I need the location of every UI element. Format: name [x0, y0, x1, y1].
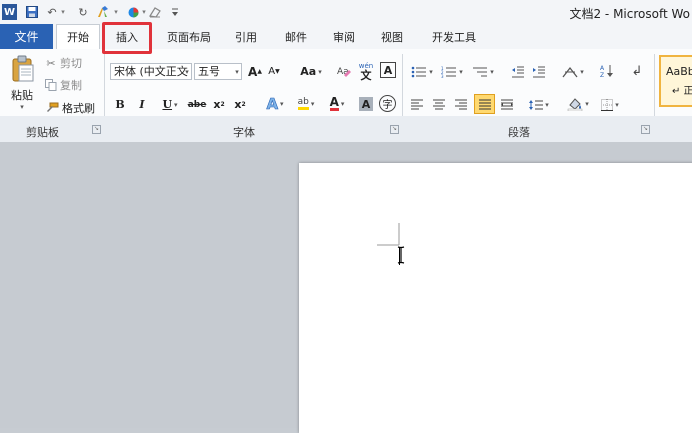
color-ball-icon[interactable] [126, 4, 140, 20]
watermark-brand: 搜狗指南 [553, 346, 649, 374]
justify-icon[interactable] [474, 94, 495, 114]
font-name-combo[interactable]: 宋体 (中文正文 [110, 63, 192, 80]
font-size-dropdown-icon[interactable]: ▾ [233, 64, 241, 79]
redo-icon[interactable]: ↻ [76, 4, 90, 20]
tab-review[interactable]: 审阅 [326, 24, 362, 49]
align-left-icon[interactable] [409, 96, 425, 113]
clear-formatting-button[interactable]: Aa [335, 62, 353, 80]
save-icon[interactable] [25, 4, 39, 20]
color-dropdown-icon[interactable]: ▾ [140, 4, 148, 20]
customize-qat-icon[interactable] [170, 4, 180, 20]
multilevel-list-icon[interactable]: ▾ [470, 63, 496, 80]
change-case-button[interactable]: Aa ▾ [298, 63, 324, 80]
font-color-button[interactable]: A ▾ [324, 95, 350, 113]
watermark-url: zhinan.sogou.com [522, 383, 659, 401]
mouse-ibeam-icon [397, 246, 405, 264]
paste-dropdown-icon[interactable]: ▾ [17, 103, 27, 111]
clipboard-group-label: 剪贴板 [26, 126, 59, 139]
undo-icon[interactable]: ↶ [45, 4, 59, 20]
tab-developer[interactable]: 开发工具 [424, 24, 484, 49]
svg-text:S: S [525, 345, 539, 369]
bullets-icon[interactable]: ▾ [409, 63, 435, 80]
eraser-icon[interactable] [148, 4, 162, 20]
borders-icon[interactable]: ▾ [597, 96, 623, 113]
text-effects-label: A [266, 95, 279, 114]
character-border-label: A [383, 63, 393, 77]
show-marks-icon[interactable]: ↲ [629, 62, 645, 80]
tab-references[interactable]: 引用 [228, 24, 264, 49]
enclose-characters-label: 字 [382, 100, 393, 111]
format-painter-icon[interactable] [44, 101, 60, 115]
font-name-dropdown-icon[interactable]: ▾ [183, 64, 191, 79]
change-case-label: Aa [300, 65, 317, 78]
bold-button[interactable]: B [113, 96, 127, 113]
paste-button[interactable]: 粘贴 [6, 88, 38, 102]
style-sample-text: AaBb [666, 65, 692, 78]
format-painter-qat-icon[interactable] [95, 4, 111, 20]
superscript-label: x [234, 98, 242, 111]
tab-home[interactable]: 开始 [56, 24, 100, 49]
phonetic-guide-button[interactable]: wén 文 [357, 61, 375, 81]
chinese-layout-icon[interactable]: ▾ [560, 63, 586, 80]
font-color-label: A [329, 95, 339, 111]
font-name-value: 宋体 (中文正文 [114, 65, 188, 78]
paragraph-group-label: 段落 [508, 126, 530, 139]
distributed-icon[interactable] [499, 96, 515, 113]
font-group-label: 字体 [233, 126, 255, 139]
character-border-button[interactable]: A [380, 62, 396, 78]
font-size-value: 五号 [198, 65, 220, 78]
align-center-icon[interactable] [431, 96, 447, 113]
copy-icon[interactable] [44, 78, 58, 92]
svg-text:Z: Z [600, 72, 604, 78]
grow-font-button[interactable]: A ▲ [247, 63, 263, 80]
align-right-icon[interactable] [453, 96, 469, 113]
superscript-button[interactable]: x2 [232, 96, 248, 113]
style-normal-tile[interactable]: AaBb ↵ 正 [659, 55, 692, 107]
tab-view[interactable]: 视图 [374, 24, 410, 49]
copy-button[interactable]: 复制 [60, 78, 88, 92]
decrease-indent-icon[interactable] [510, 63, 526, 80]
clipboard-dialog-launcher-icon[interactable]: ↘ [92, 125, 101, 134]
qat-dropdown-icon[interactable]: ▾ [112, 4, 120, 20]
word-app-icon[interactable]: W [2, 4, 17, 20]
line-spacing-icon[interactable]: ▾ [527, 96, 551, 113]
phonetic-guide-char: 文 [360, 69, 372, 82]
text-highlight-button[interactable]: ab ▾ [292, 95, 320, 113]
shrink-font-label: A [268, 66, 276, 77]
underline-label: U [162, 98, 173, 111]
style-sample-subtext: ↵ 正 [672, 86, 692, 97]
increase-indent-icon[interactable] [531, 63, 547, 80]
shrink-font-button[interactable]: A ▼ [266, 63, 282, 80]
sort-icon[interactable]: AZ [599, 62, 615, 80]
character-shading-button[interactable]: A [359, 97, 373, 111]
enclose-characters-button[interactable]: 字 [379, 95, 396, 112]
subscript-label: x [213, 98, 221, 111]
sogou-logo-icon: S [516, 341, 548, 373]
subscript-button[interactable]: x2 [211, 96, 227, 113]
svg-text:3: 3 [441, 74, 444, 78]
window-title: 文档2 - Microsoft Wo [569, 7, 690, 21]
strikethrough-button[interactable]: abe [187, 96, 207, 113]
ribbon-group-labels: 剪贴板 ↘ 字体 ↘ 段落 ↘ [0, 116, 692, 143]
numbering-icon[interactable]: 1 2 3 ▾ [439, 63, 465, 80]
tab-mailings[interactable]: 邮件 [278, 24, 314, 49]
tab-page-layout[interactable]: 页面布局 [160, 24, 218, 49]
cut-button[interactable]: 剪切 [60, 56, 88, 70]
svg-text:A: A [600, 65, 605, 72]
font-dialog-launcher-icon[interactable]: ↘ [390, 125, 399, 134]
paste-icon[interactable] [9, 54, 37, 84]
grow-font-label: A [248, 64, 258, 79]
paragraph-dialog-launcher-icon[interactable]: ↘ [641, 125, 650, 134]
cut-icon[interactable]: ✂ [44, 56, 58, 70]
text-highlight-label: ab [297, 98, 309, 110]
text-effects-button[interactable]: A ▾ [262, 95, 288, 114]
italic-button[interactable]: I [135, 96, 149, 113]
tab-file[interactable]: 文件 [0, 24, 53, 49]
undo-dropdown-icon[interactable]: ▾ [59, 4, 67, 20]
format-painter-button[interactable]: 格式刷 [62, 101, 98, 115]
shading-icon[interactable]: ▾ [565, 95, 591, 113]
underline-button[interactable]: U ▾ [157, 96, 183, 113]
character-shading-label: A [361, 97, 371, 111]
insert-tab-highlight [102, 22, 152, 54]
